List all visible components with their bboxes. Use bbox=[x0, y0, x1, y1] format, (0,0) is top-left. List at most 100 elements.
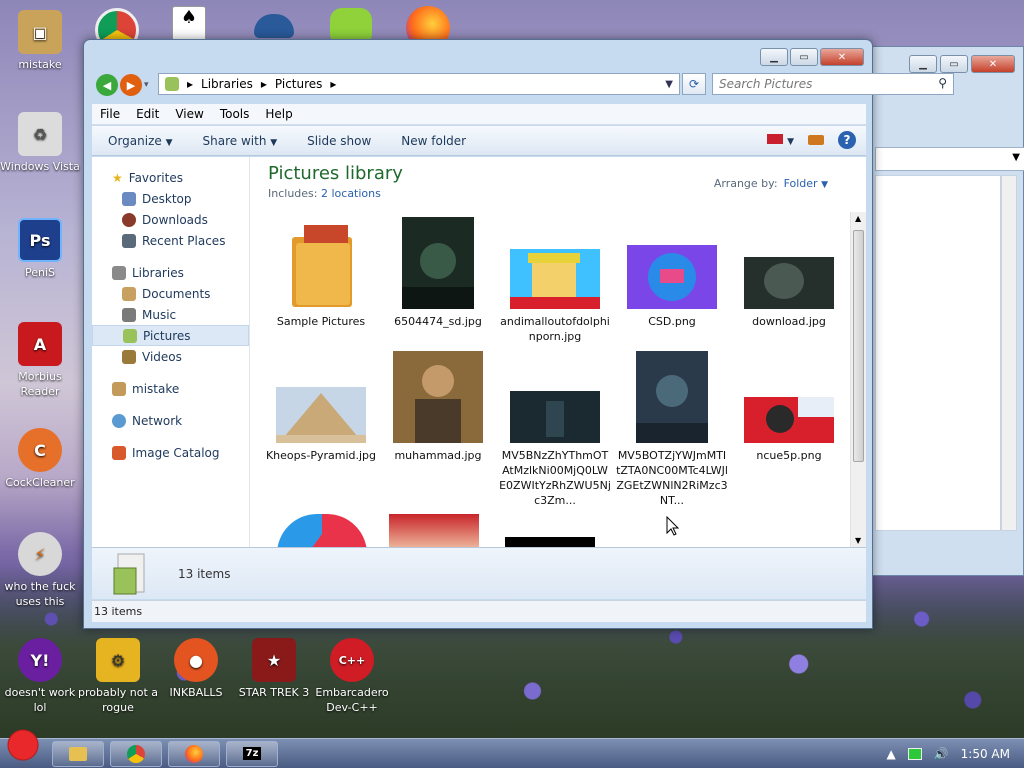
back-button[interactable]: ◀ bbox=[96, 74, 118, 96]
item-count: 13 items bbox=[178, 566, 231, 581]
partial-thumbnail-black[interactable] bbox=[505, 537, 595, 547]
desktop-icon-inkball[interactable]: ● INKBALLS bbox=[156, 638, 236, 700]
partial-thumbnail-santa[interactable] bbox=[389, 514, 479, 547]
address-row: ◀ ▶ ▾ ▸ Libraries ▸ Pictures ▸ ▼ ⟳ Searc… bbox=[92, 73, 954, 97]
desktop-icon-mistake[interactable]: ▣ mistake bbox=[0, 10, 80, 72]
desktop-icon-recycle-bin[interactable]: ♻ Windows Vista bbox=[0, 112, 80, 174]
file-item[interactable]: download.jpg bbox=[733, 217, 845, 329]
file-item[interactable]: MV5BOTZjYWJmMTItZTA0NC00MTc4LWJlZGEtZWNl… bbox=[616, 351, 728, 508]
scroll-down-icon[interactable]: ▼ bbox=[855, 536, 861, 545]
file-name: ncue5p.png bbox=[756, 449, 822, 462]
scroll-up-icon[interactable]: ▲ bbox=[855, 214, 861, 223]
menu-edit[interactable]: Edit bbox=[136, 107, 159, 121]
nav-downloads[interactable]: Downloads bbox=[92, 209, 249, 230]
maximize-button[interactable]: ▭ bbox=[940, 55, 968, 73]
nav-documents[interactable]: Documents bbox=[92, 283, 249, 304]
network-tray-icon[interactable] bbox=[907, 748, 922, 760]
firefox-icon bbox=[185, 744, 203, 763]
file-item[interactable]: CSD.png bbox=[616, 217, 728, 329]
search-input[interactable]: Search Pictures ⚲ bbox=[712, 73, 954, 95]
file-view[interactable]: Pictures library Includes: 2 locations A… bbox=[250, 157, 866, 547]
desktop-icon-system-tool[interactable]: ⚙ probably not a rogue bbox=[78, 638, 158, 715]
nav-videos[interactable]: Videos bbox=[92, 346, 249, 367]
desktop-icon-yahoo[interactable]: Y! doesn't work lol bbox=[0, 638, 80, 715]
nav-favorites-label: Favorites bbox=[128, 170, 183, 185]
nav-user[interactable]: mistake bbox=[92, 378, 249, 399]
file-item[interactable]: 6504474_sd.jpg bbox=[382, 217, 494, 329]
share-with-button[interactable]: Share with ▼ bbox=[203, 134, 278, 148]
nav-recent-places[interactable]: Recent Places bbox=[92, 230, 249, 251]
file-item[interactable]: Sample Pictures bbox=[265, 217, 377, 329]
menu-help[interactable]: Help bbox=[265, 107, 292, 121]
volume-icon[interactable]: 🔊 bbox=[934, 747, 949, 761]
file-item[interactable]: MV5BNzZhYThmOTAtMzlkNi00MjQ0LWE0ZWItYzRh… bbox=[499, 351, 611, 508]
explorer-window[interactable]: ▁ ▭ ✕ ◀ ▶ ▾ ▸ Libraries ▸ Pictures ▸ ▼ ⟳… bbox=[83, 39, 954, 629]
organize-button[interactable]: Organize ▼ bbox=[108, 134, 173, 148]
search-icon[interactable]: ⚲ bbox=[938, 76, 947, 90]
locations-link[interactable]: 2 locations bbox=[321, 187, 381, 200]
view-icon bbox=[767, 134, 784, 144]
file-item[interactable]: ncue5p.png bbox=[733, 351, 845, 463]
clock[interactable]: 1:50 AM bbox=[961, 747, 1010, 761]
nav-favorites[interactable]: ★ Favorites bbox=[92, 167, 249, 188]
desktop-icon-devcpp[interactable]: C++ Embarcadero Dev-C++ bbox=[312, 638, 392, 715]
file-item[interactable]: andimalloutofdolphinporn.jpg bbox=[499, 217, 611, 344]
help-icon[interactable]: ? bbox=[838, 131, 856, 149]
desktop-icon-pdf-reader[interactable]: A Morbius Reader bbox=[0, 322, 80, 399]
nav-pictures[interactable]: Pictures bbox=[92, 325, 249, 346]
chevron-down-icon: ▼ bbox=[165, 137, 173, 148]
address-bar[interactable]: ▸ Libraries ▸ Pictures ▸ ▼ bbox=[158, 73, 680, 95]
preview-pane-icon[interactable] bbox=[808, 135, 824, 145]
close-button[interactable]: ✕ bbox=[971, 55, 1015, 73]
recent-pages-icon[interactable]: ▾ bbox=[144, 80, 149, 90]
partial-thumbnail-chrome[interactable] bbox=[277, 514, 367, 547]
new-folder-button[interactable]: New folder bbox=[401, 134, 466, 148]
breadcrumb-pictures[interactable]: Pictures bbox=[275, 77, 323, 91]
close-button[interactable]: ✕ bbox=[820, 48, 864, 66]
background-scrollbar[interactable] bbox=[1001, 175, 1017, 531]
file-item[interactable]: muhammad.jpg bbox=[382, 351, 494, 463]
taskbar-chrome[interactable] bbox=[110, 740, 162, 767]
view-options-button[interactable]: ▼ bbox=[767, 133, 794, 147]
details-pane: 13 items bbox=[92, 547, 866, 599]
menu-view[interactable]: View bbox=[175, 107, 203, 121]
nav-image-catalog[interactable]: Image Catalog bbox=[92, 442, 249, 463]
menu-tools[interactable]: Tools bbox=[220, 107, 250, 121]
background-window[interactable]: ▁ ▭ ✕ ▼ bbox=[866, 46, 1024, 576]
address-dropdown-icon[interactable]: ▼ bbox=[665, 79, 673, 90]
arrange-by[interactable]: Arrange by: Folder ▼ bbox=[714, 177, 828, 190]
breadcrumb-separator-icon: ▸ bbox=[260, 77, 267, 91]
desktop-icon-cleaner[interactable]: C CockCleaner bbox=[0, 428, 80, 490]
chrome-icon bbox=[127, 744, 145, 763]
system-tool-icon: ⚙ bbox=[96, 638, 140, 682]
forward-button[interactable]: ▶ bbox=[120, 74, 142, 96]
show-hidden-icons-icon[interactable]: ▲ bbox=[886, 747, 895, 761]
desktop-icon-photoshop[interactable]: Ps PeniS bbox=[0, 218, 80, 280]
nav-network[interactable]: Network bbox=[92, 410, 249, 431]
breadcrumb-libraries[interactable]: Libraries bbox=[201, 77, 253, 91]
menu-file[interactable]: File bbox=[100, 107, 120, 121]
desktop-icon-flash[interactable]: ⚡ who the fuck uses this bbox=[0, 532, 80, 609]
desktop-icon-star-trek[interactable]: ★ STAR TREK 3 bbox=[234, 638, 314, 700]
nav-music[interactable]: Music bbox=[92, 304, 249, 325]
taskbar-explorer[interactable] bbox=[52, 740, 104, 767]
maximize-button[interactable]: ▭ bbox=[790, 48, 818, 66]
file-item[interactable]: Kheops-Pyramid.jpg bbox=[265, 351, 377, 463]
file-name: MV5BOTZjYWJmMTItZTA0NC00MTc4LWJlZGEtZWNl… bbox=[616, 449, 728, 507]
folder-icon bbox=[292, 225, 352, 307]
taskbar-7zip[interactable]: 7z bbox=[226, 740, 278, 767]
start-button[interactable] bbox=[0, 726, 46, 767]
nav-desktop[interactable]: Desktop bbox=[92, 188, 249, 209]
hat-desktop-icon[interactable] bbox=[254, 14, 294, 38]
background-dropdown[interactable]: ▼ bbox=[875, 147, 1024, 171]
system-tray: ▲ 🔊 1:50 AM bbox=[886, 739, 1010, 768]
refresh-button[interactable]: ⟳ bbox=[682, 73, 706, 95]
nav-libraries[interactable]: Libraries bbox=[92, 262, 249, 283]
vertical-scrollbar[interactable]: ▲ ▼ bbox=[850, 212, 866, 547]
image-thumbnail-icon bbox=[744, 257, 834, 309]
minimize-button[interactable]: ▁ bbox=[909, 55, 937, 73]
slide-show-button[interactable]: Slide show bbox=[307, 134, 371, 148]
taskbar-firefox[interactable] bbox=[168, 740, 220, 767]
minimize-button[interactable]: ▁ bbox=[760, 48, 788, 66]
scrollbar-thumb[interactable] bbox=[853, 230, 864, 462]
